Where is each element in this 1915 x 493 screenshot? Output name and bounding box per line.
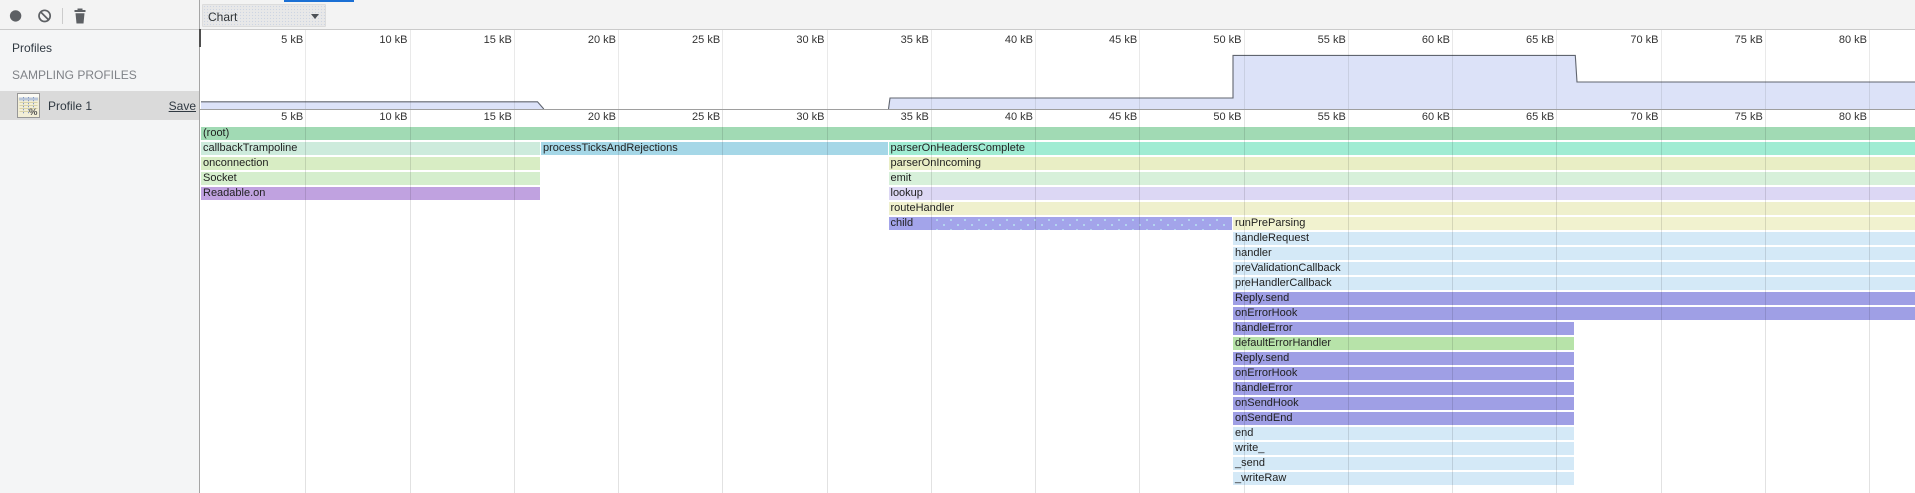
svg-text:%: % [29,107,38,118]
